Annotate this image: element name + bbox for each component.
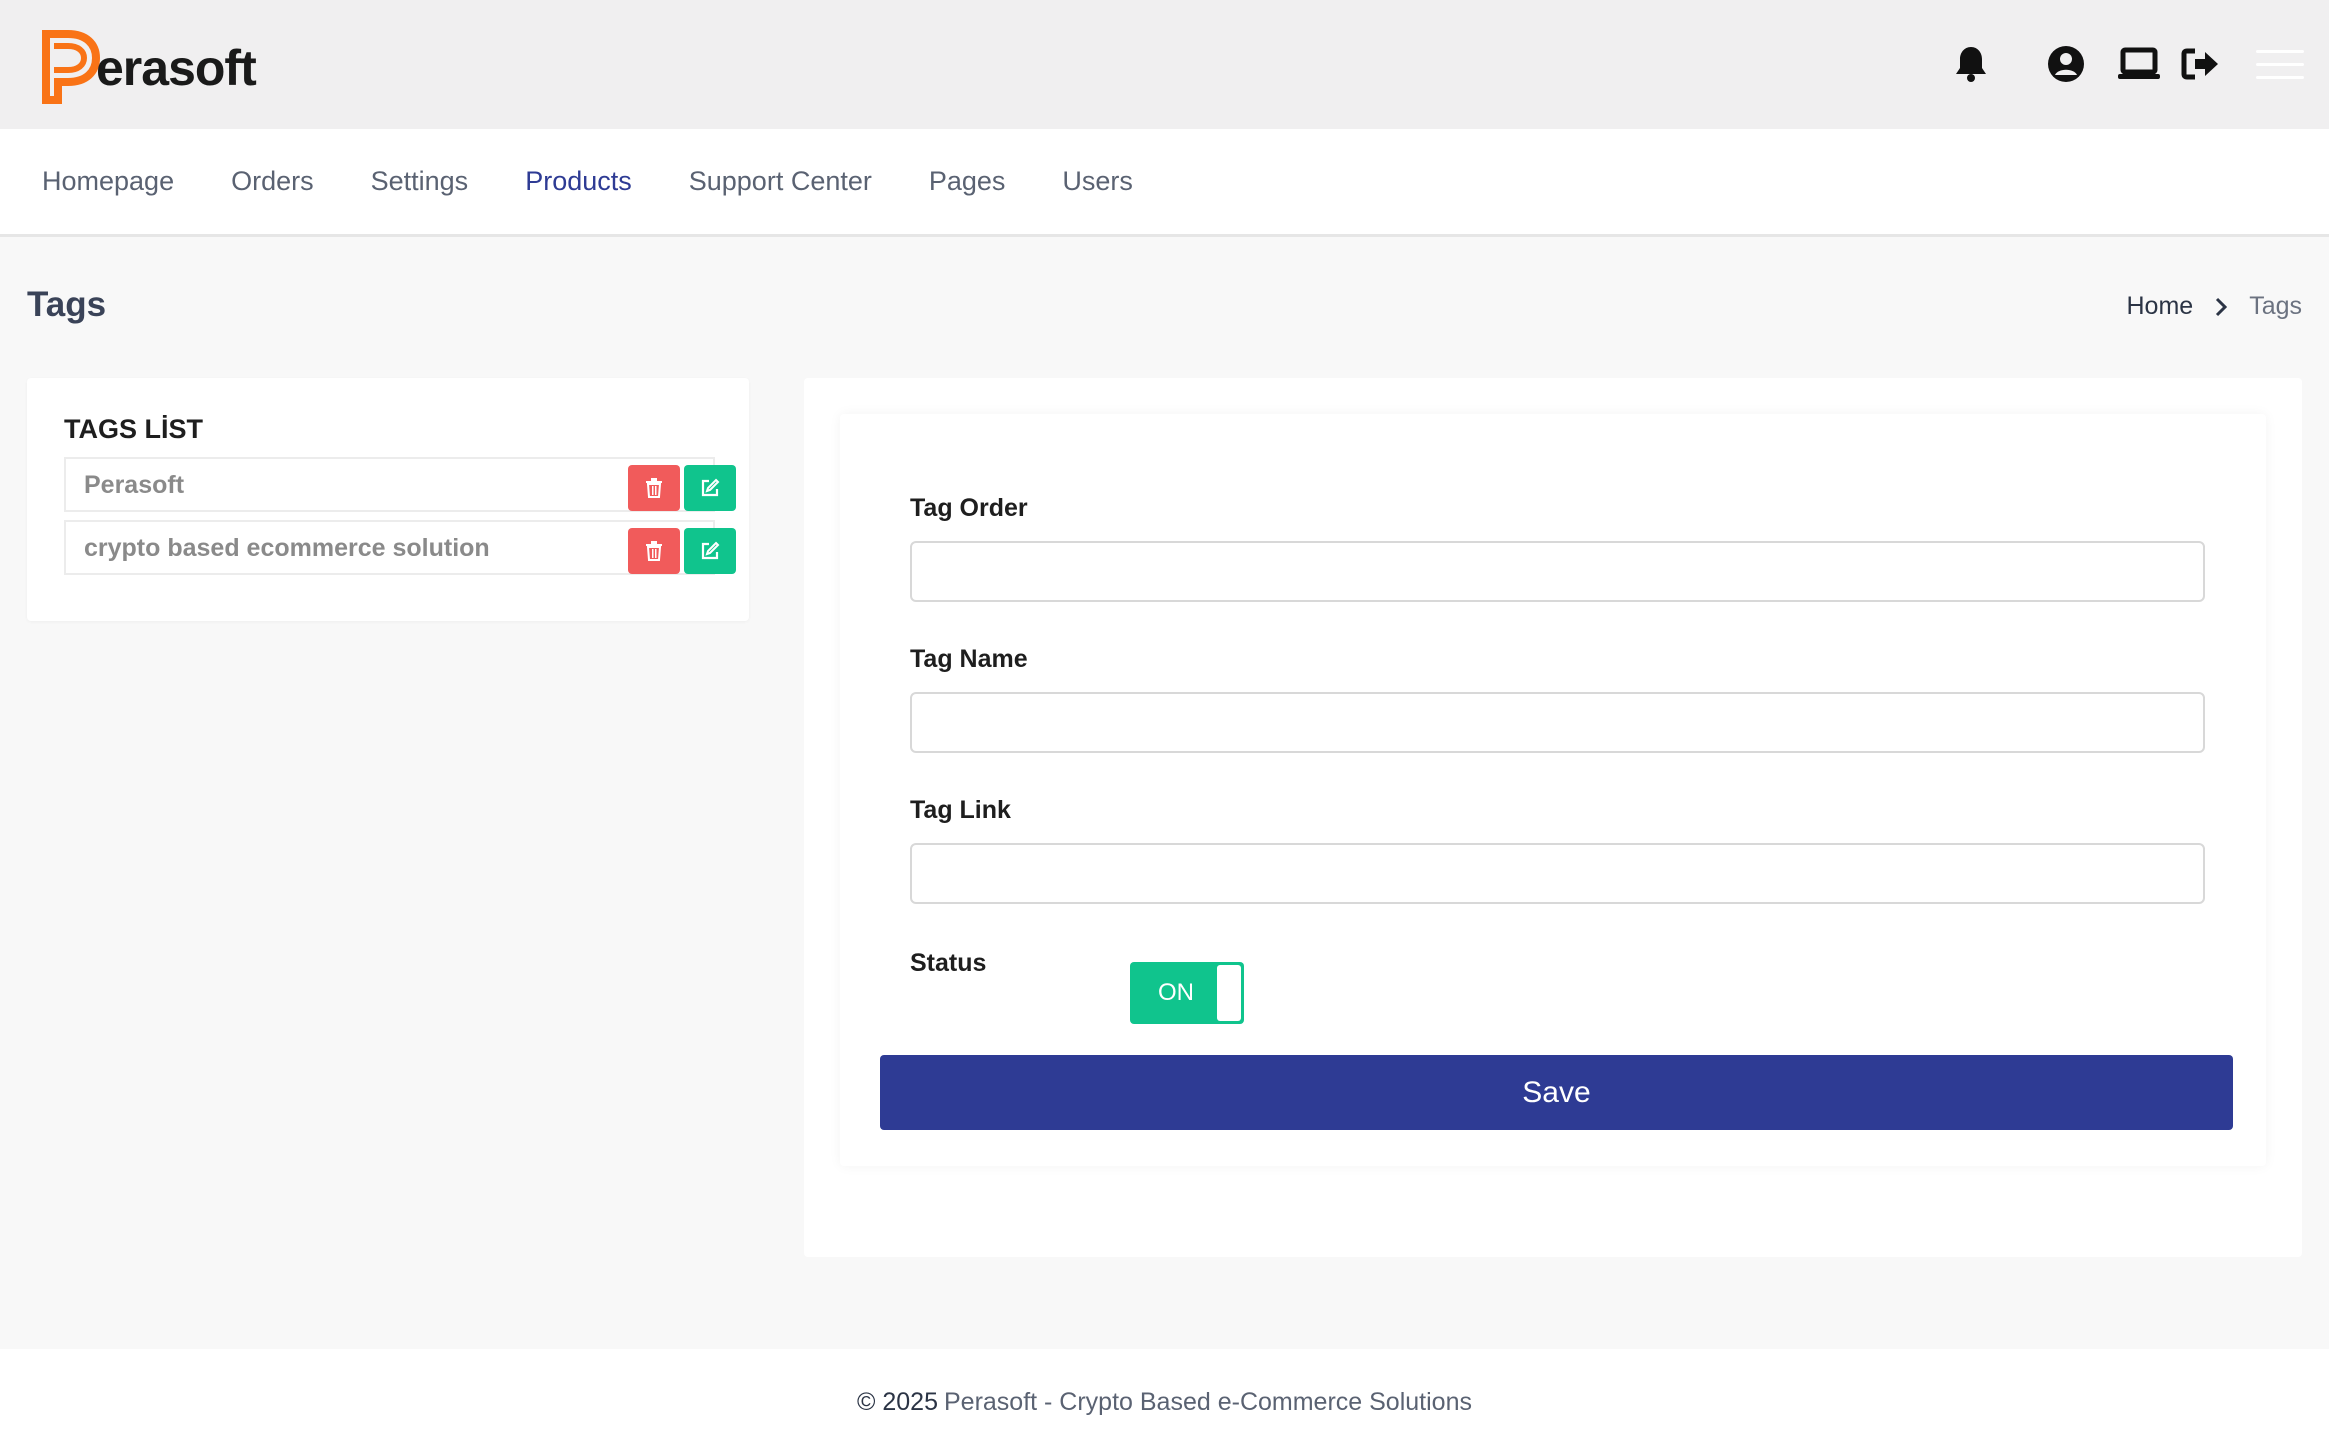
perasoft-logo-mark	[42, 30, 100, 104]
nav-item-products[interactable]: Products	[525, 166, 632, 197]
delete-tag-button[interactable]	[628, 465, 680, 511]
tag-name-label: Tag Name	[910, 645, 1028, 673]
chevron-right-icon	[2215, 297, 2228, 317]
edit-icon	[701, 478, 720, 497]
footer-copyright: © 2025	[857, 1388, 938, 1416]
nav-item-support-center[interactable]: Support Center	[689, 166, 872, 197]
breadcrumb-current: Tags	[2249, 292, 2302, 320]
tag-link-input[interactable]	[910, 843, 2205, 904]
nav-item-homepage[interactable]: Homepage	[42, 166, 174, 197]
edit-tag-button[interactable]	[684, 465, 736, 511]
footer-text: Perasoft - Crypto Based e-Commerce Solut…	[943, 1388, 1472, 1416]
tags-list-title: TAGS LİST	[64, 414, 203, 444]
footer: © 2025 Perasoft - Crypto Based e-Commerc…	[0, 1349, 2329, 1456]
edit-tag-button[interactable]	[684, 528, 736, 574]
tag-name: crypto based ecommerce solution	[84, 534, 490, 562]
top-header: erasoft	[0, 0, 2329, 129]
nav-item-orders[interactable]: Orders	[231, 166, 314, 197]
nav-item-users[interactable]: Users	[1062, 166, 1133, 197]
bell-icon[interactable]	[1949, 42, 1993, 86]
edit-icon	[701, 541, 720, 560]
tag-form-card: Tag Order Tag Name Tag Link Status ON Sa…	[804, 378, 2302, 1257]
breadcrumb-home-link[interactable]: Home	[2127, 292, 2194, 321]
tag-row: crypto based ecommerce solution	[64, 520, 736, 575]
tag-order-input[interactable]	[910, 541, 2205, 602]
nav-item-settings[interactable]: Settings	[371, 166, 469, 197]
breadcrumb: Home Tags	[2127, 292, 2303, 321]
trash-icon	[646, 478, 662, 498]
tag-row: Perasoft	[64, 457, 736, 512]
delete-tag-button[interactable]	[628, 528, 680, 574]
perasoft-logo[interactable]: erasoft	[42, 30, 257, 104]
laptop-icon[interactable]	[2117, 42, 2161, 86]
save-button[interactable]: Save	[880, 1055, 2233, 1130]
page-title: Tags	[27, 285, 107, 324]
tag-link-label: Tag Link	[910, 796, 1011, 824]
hamburger-menu-icon[interactable]	[2256, 50, 2304, 82]
toggle-knob	[1217, 965, 1241, 1021]
tag-name: Perasoft	[84, 471, 185, 499]
status-toggle[interactable]: ON	[1130, 962, 1244, 1024]
nav-item-pages[interactable]: Pages	[929, 166, 1006, 197]
tag-order-label: Tag Order	[910, 494, 1028, 522]
status-toggle-text: ON	[1158, 979, 1194, 1006]
sign-out-icon[interactable]	[2179, 42, 2223, 86]
status-label: Status	[910, 949, 987, 977]
tag-name-input[interactable]	[910, 692, 2205, 753]
tag-form: Tag Order Tag Name Tag Link Status ON Sa…	[840, 414, 2266, 1166]
tags-list-card: TAGS LİST Perasoft crypto based ecommerc…	[27, 378, 749, 621]
trash-icon	[646, 541, 662, 561]
main-nav: Homepage Orders Settings Products Suppor…	[0, 129, 2329, 237]
logo-text: erasoft	[96, 40, 257, 96]
user-circle-icon[interactable]	[2044, 42, 2088, 86]
